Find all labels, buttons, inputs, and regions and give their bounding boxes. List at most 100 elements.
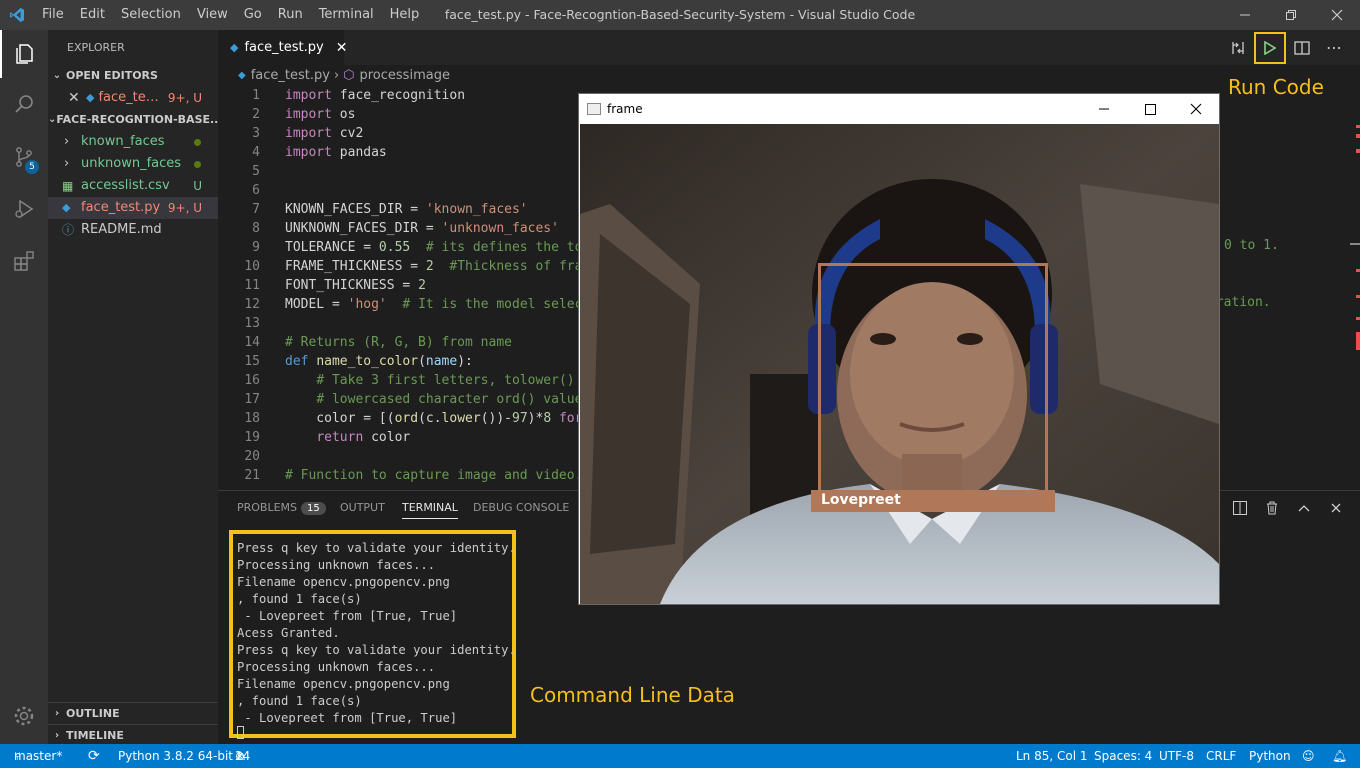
indentation[interactable]: Spaces: 4 bbox=[1094, 744, 1152, 768]
menu-terminal[interactable]: Terminal bbox=[311, 0, 382, 30]
editor-scrollbar[interactable] bbox=[1346, 87, 1360, 490]
close-tab-icon[interactable]: ✕ bbox=[336, 40, 348, 56]
panel-actions bbox=[1224, 491, 1352, 525]
command-line-annotation: Command Line Data bbox=[530, 683, 735, 707]
menu-help[interactable]: Help bbox=[382, 0, 428, 30]
file-accesslist-csv[interactable]: ▦ accesslist.csv U bbox=[48, 175, 218, 197]
terminal-line: , found 1 face(s) bbox=[237, 694, 362, 708]
run-code-button[interactable] bbox=[1254, 31, 1286, 64]
chevron-right-icon: › bbox=[64, 134, 70, 149]
source-control-icon[interactable]: 5 bbox=[0, 133, 48, 181]
menu-run[interactable]: Run bbox=[270, 0, 311, 30]
menu-selection[interactable]: Selection bbox=[113, 0, 189, 30]
file-readme-md[interactable]: ⓘ README.md bbox=[48, 219, 218, 241]
terminal-line: Acess Granted. bbox=[237, 626, 340, 640]
terminal-line: Processing unknown faces... bbox=[237, 660, 436, 674]
menu-edit[interactable]: Edit bbox=[72, 0, 113, 30]
chevron-right-icon: › bbox=[64, 156, 70, 171]
folder-unknown-faces[interactable]: › unknown_faces bbox=[48, 153, 218, 175]
frame-close-button[interactable] bbox=[1173, 94, 1219, 124]
breadcrumb-symbol[interactable]: processimage bbox=[360, 65, 450, 87]
menu-file[interactable]: File bbox=[34, 0, 72, 30]
method-icon: ⬡ bbox=[343, 68, 355, 83]
modified-dot bbox=[194, 139, 201, 146]
split-terminal-icon[interactable] bbox=[1224, 501, 1256, 515]
terminal-line: Processing unknown faces... bbox=[237, 558, 436, 572]
chevron-right-icon: › bbox=[54, 729, 60, 741]
folder-known-faces[interactable]: › known_faces bbox=[48, 131, 218, 153]
frame-maximize-button[interactable] bbox=[1127, 94, 1173, 124]
tab-problems[interactable]: PROBLEMS 15 bbox=[237, 501, 326, 515]
run-debug-icon[interactable] bbox=[0, 185, 48, 233]
more-actions-icon[interactable]: ⋯ bbox=[1318, 38, 1350, 57]
explorer-icon[interactable] bbox=[0, 30, 48, 78]
terminal-line: - Lovepreet from [True, True] bbox=[237, 711, 458, 725]
menu-bar: File Edit Selection View Go Run Terminal… bbox=[34, 0, 427, 30]
python-interpreter[interactable]: Python 3.8.2 64-bit bbox=[118, 744, 233, 768]
scm-badge: 5 bbox=[25, 160, 39, 174]
python-file-icon: ◆ bbox=[62, 201, 71, 214]
window-app-icon bbox=[587, 103, 601, 115]
close-window-button[interactable] bbox=[1314, 0, 1360, 30]
modified-dot bbox=[194, 161, 201, 168]
terminal-output[interactable]: Press q key to validate your identity. P… bbox=[229, 530, 516, 738]
breadcrumb-file[interactable]: face_test.py bbox=[251, 65, 330, 87]
feedback-icon[interactable]: ☺ bbox=[1302, 744, 1315, 768]
problems-count: 15 bbox=[301, 502, 326, 515]
terminal-line: , found 1 face(s) bbox=[237, 592, 362, 606]
trash-icon[interactable] bbox=[1256, 501, 1288, 515]
gear-icon[interactable] bbox=[0, 692, 48, 740]
info-icon: ⓘ bbox=[62, 223, 75, 237]
open-editors-section[interactable]: ⌄ OPEN EDITORS bbox=[48, 65, 218, 87]
terminal-line: Filename opencv.pngopencv.png bbox=[237, 575, 450, 589]
cursor-position[interactable]: Ln 85, Col 1 bbox=[1016, 744, 1088, 768]
tab-debug-console[interactable]: DEBUG CONSOLE bbox=[473, 501, 569, 514]
chevron-down-icon: ⌄ bbox=[52, 70, 62, 81]
face-label: Lovepreet bbox=[811, 490, 1055, 512]
tab-terminal[interactable]: TERMINAL bbox=[402, 501, 458, 519]
outline-section[interactable]: › OUTLINE bbox=[48, 702, 218, 724]
sync-icon[interactable]: ⟳ bbox=[88, 744, 100, 768]
restore-button[interactable] bbox=[1268, 0, 1314, 30]
explorer-header: EXPLORER bbox=[67, 41, 125, 54]
editor-actions: ⋯ bbox=[1222, 30, 1350, 65]
language-mode[interactable]: Python bbox=[1249, 744, 1291, 768]
frame-title-bar[interactable]: frame bbox=[579, 94, 1219, 124]
vscode-logo-icon bbox=[0, 0, 34, 30]
minimize-button[interactable] bbox=[1222, 0, 1268, 30]
python-file-icon: ◆ bbox=[238, 70, 246, 81]
encoding[interactable]: UTF-8 bbox=[1159, 744, 1194, 768]
search-icon[interactable] bbox=[0, 80, 48, 128]
line-ending[interactable]: CRLF bbox=[1206, 744, 1236, 768]
close-icon[interactable]: ✕ bbox=[68, 87, 82, 109]
run-code-annotation: Run Code bbox=[1228, 75, 1324, 99]
activity-bar: 5 bbox=[0, 30, 48, 744]
frame-minimize-button[interactable] bbox=[1081, 94, 1127, 124]
frame-window[interactable]: frame Lovepreet bbox=[578, 93, 1220, 605]
chevron-right-icon: › bbox=[54, 707, 60, 719]
menu-view[interactable]: View bbox=[189, 0, 236, 30]
workspace-folder-section[interactable]: ⌄ FACE-RECOGNTION-BASE... bbox=[48, 109, 218, 131]
close-panel-icon[interactable] bbox=[1320, 503, 1352, 513]
frame-title: frame bbox=[607, 102, 643, 116]
open-editor-item[interactable]: ✕ ◆ face_test.py 9+, U bbox=[48, 87, 218, 109]
chevron-up-icon[interactable] bbox=[1288, 504, 1320, 512]
tab-output[interactable]: OUTPUT bbox=[340, 501, 385, 514]
terminal-cursor bbox=[237, 726, 244, 739]
status-bar: ⑂ master* ⟳ Python 3.8.2 64-bit ⊗ 14 ⚠ 1 … bbox=[0, 744, 1360, 768]
code-overflow-text: 0 to 1. bbox=[1224, 238, 1279, 253]
title-bar: File Edit Selection View Go Run Terminal… bbox=[0, 0, 1360, 30]
csv-file-icon: ▦ bbox=[62, 179, 74, 193]
terminal-line: Filename opencv.pngopencv.png bbox=[237, 677, 450, 691]
bell-icon[interactable]: 🔔︎ bbox=[1332, 744, 1347, 768]
compare-changes-icon[interactable] bbox=[1222, 40, 1254, 56]
split-editor-icon[interactable] bbox=[1286, 40, 1318, 55]
explorer-sidebar: EXPLORER ⌄OPEN EDITORS ✕ ◆ face_test.py … bbox=[48, 30, 218, 744]
face-detection-box bbox=[818, 263, 1048, 495]
python-file-icon: ◆ bbox=[86, 91, 95, 104]
file-face-test-py[interactable]: ◆ face_test.py 9+, U bbox=[48, 197, 218, 219]
tab-face-test-py[interactable]: ◆ face_test.py ✕ bbox=[218, 30, 347, 65]
timeline-section[interactable]: › TIMELINE bbox=[48, 724, 218, 746]
extensions-icon[interactable] bbox=[0, 237, 48, 285]
menu-go[interactable]: Go bbox=[236, 0, 270, 30]
